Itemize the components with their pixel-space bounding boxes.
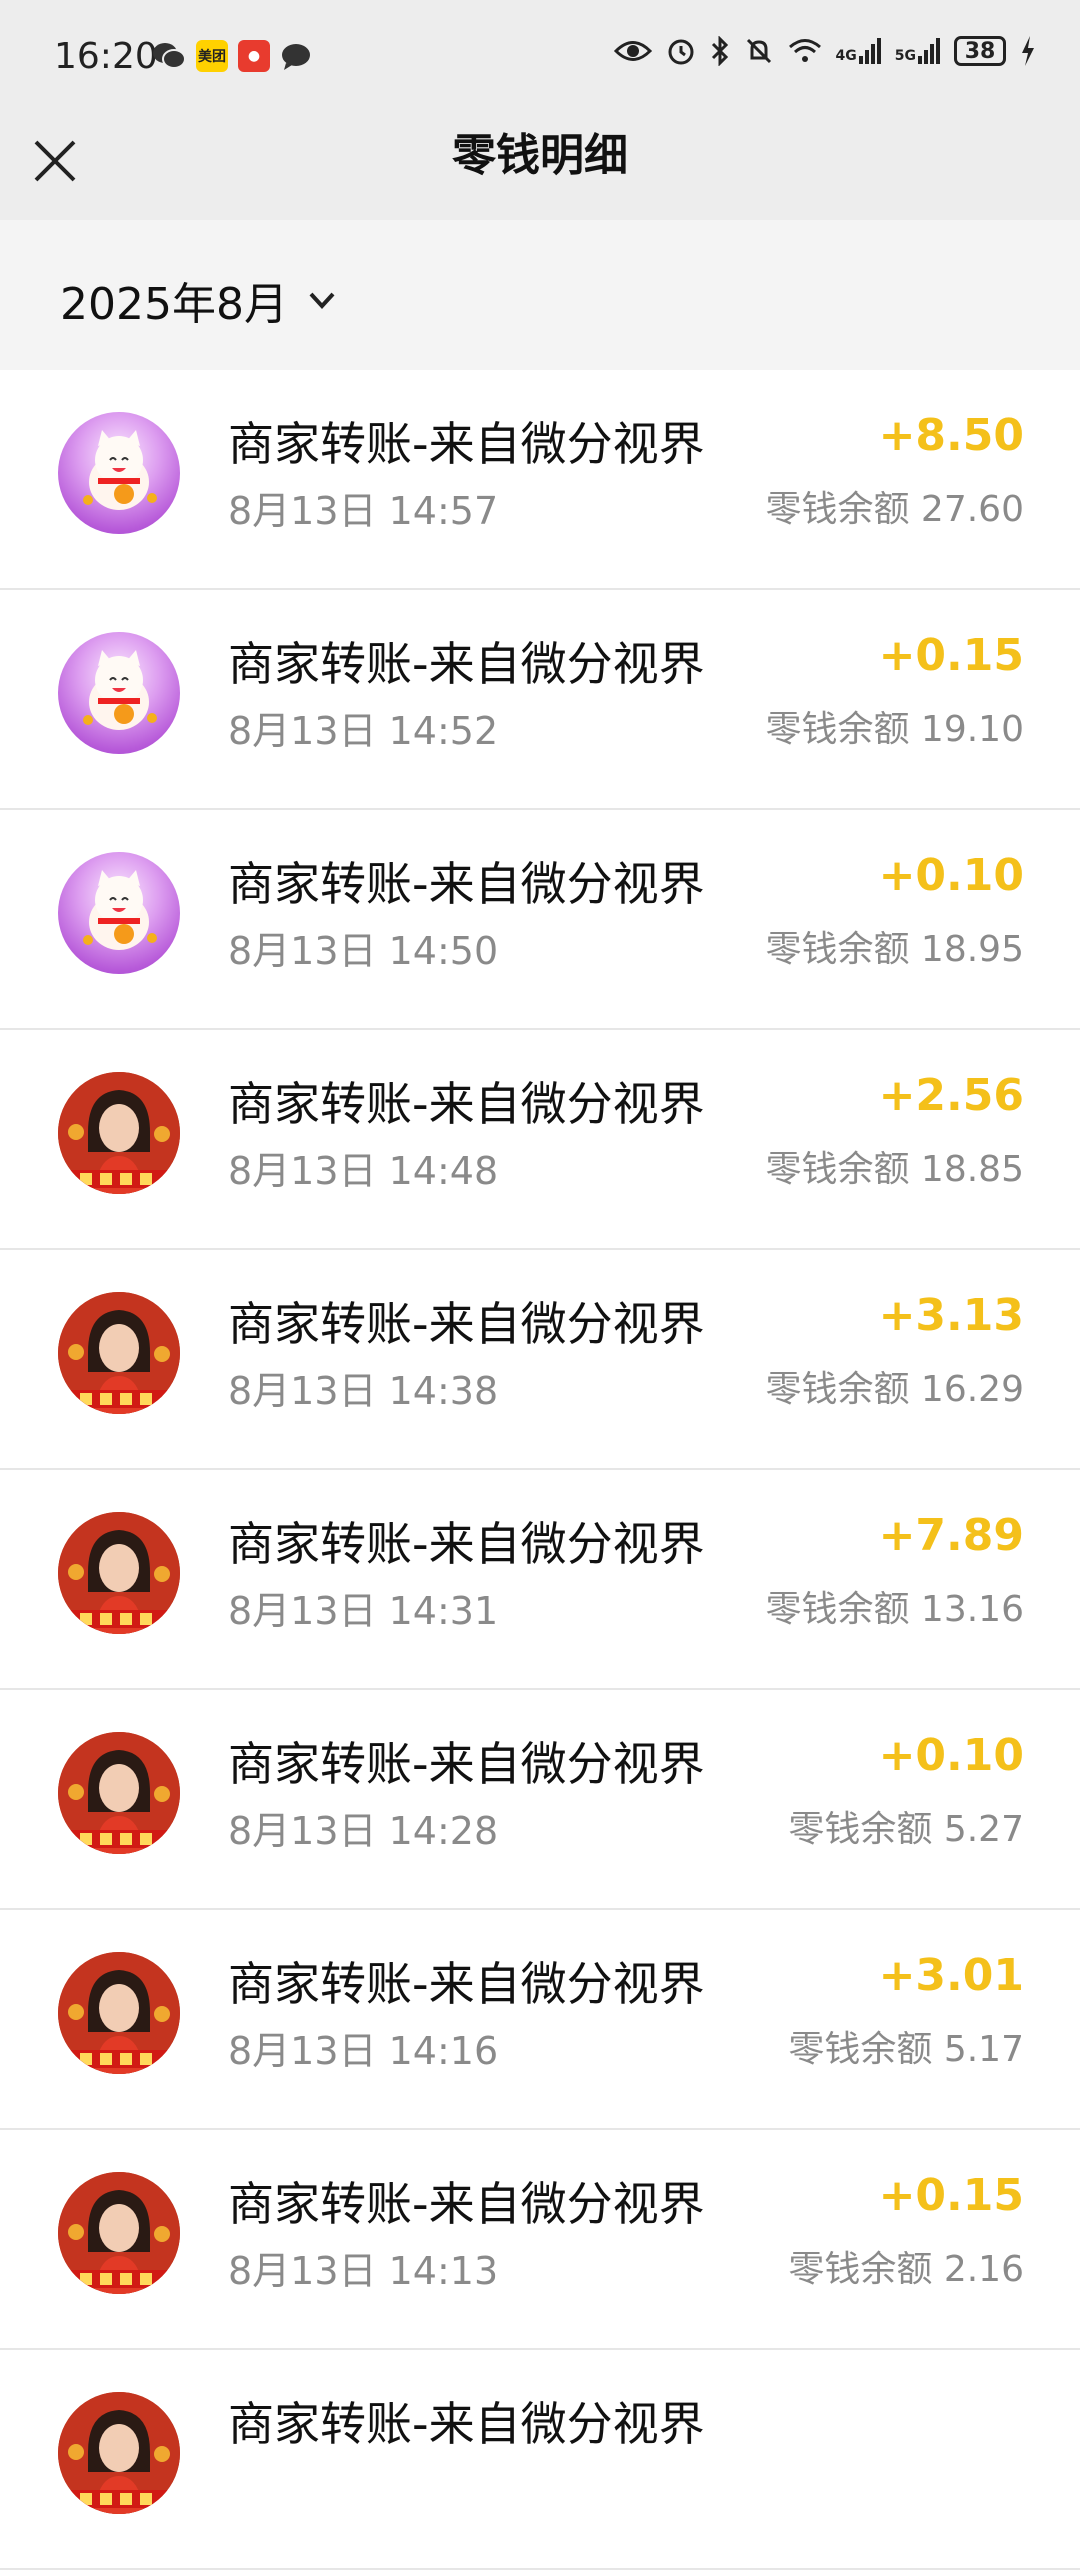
battery-level: 38 [964, 38, 996, 64]
transaction-title: 商家转账-来自微分视界 [228, 1297, 705, 1351]
transaction-amount: +3.01 [878, 1950, 1024, 2001]
mute-icon [746, 38, 771, 64]
merchant-girl-image [58, 2392, 180, 2514]
transaction-row[interactable]: 商家转账-来自微分视界 8月13日 14:38 +3.13 零钱余额 16.29 [0, 1250, 1080, 1470]
transaction-time: 8月13日 14:13 [228, 2249, 499, 2293]
merchant-avatar [58, 1952, 180, 2074]
signal-5g-icon: 5G [895, 38, 940, 64]
merchant-avatar [58, 2392, 180, 2514]
status-right-icons: 4G 5G 38 [613, 36, 1036, 66]
meituan-label: 美团 [198, 49, 226, 65]
transaction-balance: 零钱余额 27.60 [765, 489, 1024, 530]
transaction-time: 8月13日 14:48 [228, 1149, 499, 1193]
transaction-list: 商家转账-来自微分视界 8月13日 14:57 +8.50 零钱余额 27.60 商家转… [0, 370, 1080, 2570]
transaction-amount: +0.10 [878, 850, 1024, 901]
transaction-row[interactable]: 商家转账-来自微分视界 8月13日 14:16 +3.01 零钱余额 5.17 [0, 1910, 1080, 2130]
transaction-amount: +7.89 [878, 1510, 1024, 1561]
transaction-title: 商家转账-来自微分视界 [228, 857, 705, 911]
transaction-time: 8月13日 14:57 [228, 489, 499, 533]
transaction-title: 商家转账-来自微分视界 [228, 1517, 705, 1571]
transaction-row[interactable]: 商家转账-来自微分视界 8月13日 14:57 +8.50 零钱余额 27.60 [0, 370, 1080, 590]
merchant-girl-image [58, 1512, 180, 1634]
transaction-row[interactable]: 商家转账-来自微分视界 8月13日 14:52 +0.15 零钱余额 19.10 [0, 590, 1080, 810]
wechat-icon [153, 43, 186, 69]
eye-icon [613, 41, 652, 61]
transaction-balance: 零钱余额 16.29 [765, 1369, 1024, 1410]
merchant-girl-image [58, 1292, 180, 1414]
transaction-title: 商家转账-来自微分视界 [228, 2397, 705, 2451]
merchant-girl-image [58, 2172, 180, 2294]
meituan-icon: 美团 [196, 40, 228, 72]
status-left-icons: 美团 ● [152, 40, 312, 72]
month-filter-bar: 2025年8月 [0, 220, 1080, 370]
transaction-title: 商家转账-来自微分视界 [228, 637, 705, 691]
transaction-title: 商家转账-来自微分视界 [228, 1957, 705, 2011]
transaction-balance: 零钱余额 19.10 [765, 709, 1024, 750]
transaction-title: 商家转账-来自微分视界 [228, 1077, 705, 1131]
transaction-amount: +0.10 [878, 1730, 1024, 1781]
transaction-balance: 零钱余额 18.85 [765, 1149, 1024, 1190]
merchant-avatar [58, 1512, 180, 1634]
transaction-amount: +0.15 [878, 2170, 1024, 2221]
transaction-time: 8月13日 14:31 [228, 1589, 499, 1633]
signal-4g-icon: 4G [836, 38, 881, 64]
transaction-row[interactable]: 商家转账-来自微分视界 8月13日 14:50 +0.10 零钱余额 18.95 [0, 810, 1080, 1030]
app-icon: ● [238, 40, 270, 72]
merchant-girl-image [58, 1072, 180, 1194]
message-icon [282, 44, 310, 70]
network-4g-label: 4G [835, 48, 857, 64]
transaction-row[interactable]: 商家转账-来自微分视界 [0, 2350, 1080, 2570]
transaction-title: 商家转账-来自微分视界 [228, 417, 705, 471]
transaction-time: 8月13日 14:16 [228, 2029, 499, 2073]
transaction-amount: +3.13 [878, 1290, 1024, 1341]
bluetooth-icon [711, 36, 728, 66]
transaction-row[interactable]: 商家转账-来自微分视界 8月13日 14:13 +0.15 零钱余额 2.16 [0, 2130, 1080, 2350]
battery-indicator: 38 [954, 36, 1006, 66]
transaction-amount: +2.56 [878, 1070, 1024, 1121]
wifi-icon [788, 39, 821, 62]
merchant-avatar [58, 1072, 180, 1194]
merchant-avatar [58, 852, 180, 974]
transaction-row[interactable]: 商家转账-来自微分视界 8月13日 14:28 +0.10 零钱余额 5.27 [0, 1690, 1080, 1910]
transaction-balance: 零钱余额 5.27 [788, 1809, 1024, 1850]
status-bar: 16:20 美团 ● 4G 5G 38 [0, 0, 1080, 120]
transaction-row[interactable]: 商家转账-来自微分视界 8月13日 14:31 +7.89 零钱余额 13.16 [0, 1470, 1080, 1690]
transaction-amount: +8.50 [878, 410, 1024, 461]
merchant-avatar [58, 1732, 180, 1854]
transaction-title: 商家转账-来自微分视界 [228, 2177, 705, 2231]
transaction-amount: +0.15 [878, 630, 1024, 681]
chevron-down-icon [309, 292, 335, 309]
transaction-time: 8月13日 14:28 [228, 1809, 499, 1853]
network-5g-label: 5G [894, 48, 916, 64]
transaction-time: 8月13日 14:38 [228, 1369, 499, 1413]
lucky-cat-image [83, 650, 157, 730]
transaction-balance: 零钱余额 5.17 [788, 2029, 1024, 2070]
merchant-girl-image [58, 1732, 180, 1854]
merchant-avatar [58, 2172, 180, 2294]
month-selector[interactable]: 2025年8月 [60, 268, 340, 332]
transaction-balance: 零钱余额 13.16 [765, 1589, 1024, 1630]
charging-icon [1022, 36, 1034, 66]
header-bar: 零钱明细 [0, 120, 1080, 220]
transaction-time: 8月13日 14:50 [228, 929, 499, 973]
transaction-time: 8月13日 14:52 [228, 709, 499, 753]
transaction-balance: 零钱余额 2.16 [788, 2249, 1024, 2290]
transaction-row[interactable]: 商家转账-来自微分视界 8月13日 14:48 +2.56 零钱余额 18.85 [0, 1030, 1080, 1250]
merchant-girl-image [58, 1952, 180, 2074]
merchant-avatar [58, 1292, 180, 1414]
status-time: 16:20 [54, 36, 158, 77]
transaction-title: 商家转账-来自微分视界 [228, 1737, 705, 1791]
transaction-balance: 零钱余额 18.95 [765, 929, 1024, 970]
alarm-icon [668, 39, 694, 65]
lucky-cat-image [83, 870, 157, 950]
month-label: 2025年8月 [60, 279, 288, 330]
page-title: 零钱明细 [452, 130, 628, 181]
lucky-cat-image [83, 430, 157, 510]
merchant-avatar [58, 632, 180, 754]
merchant-avatar [58, 412, 180, 534]
